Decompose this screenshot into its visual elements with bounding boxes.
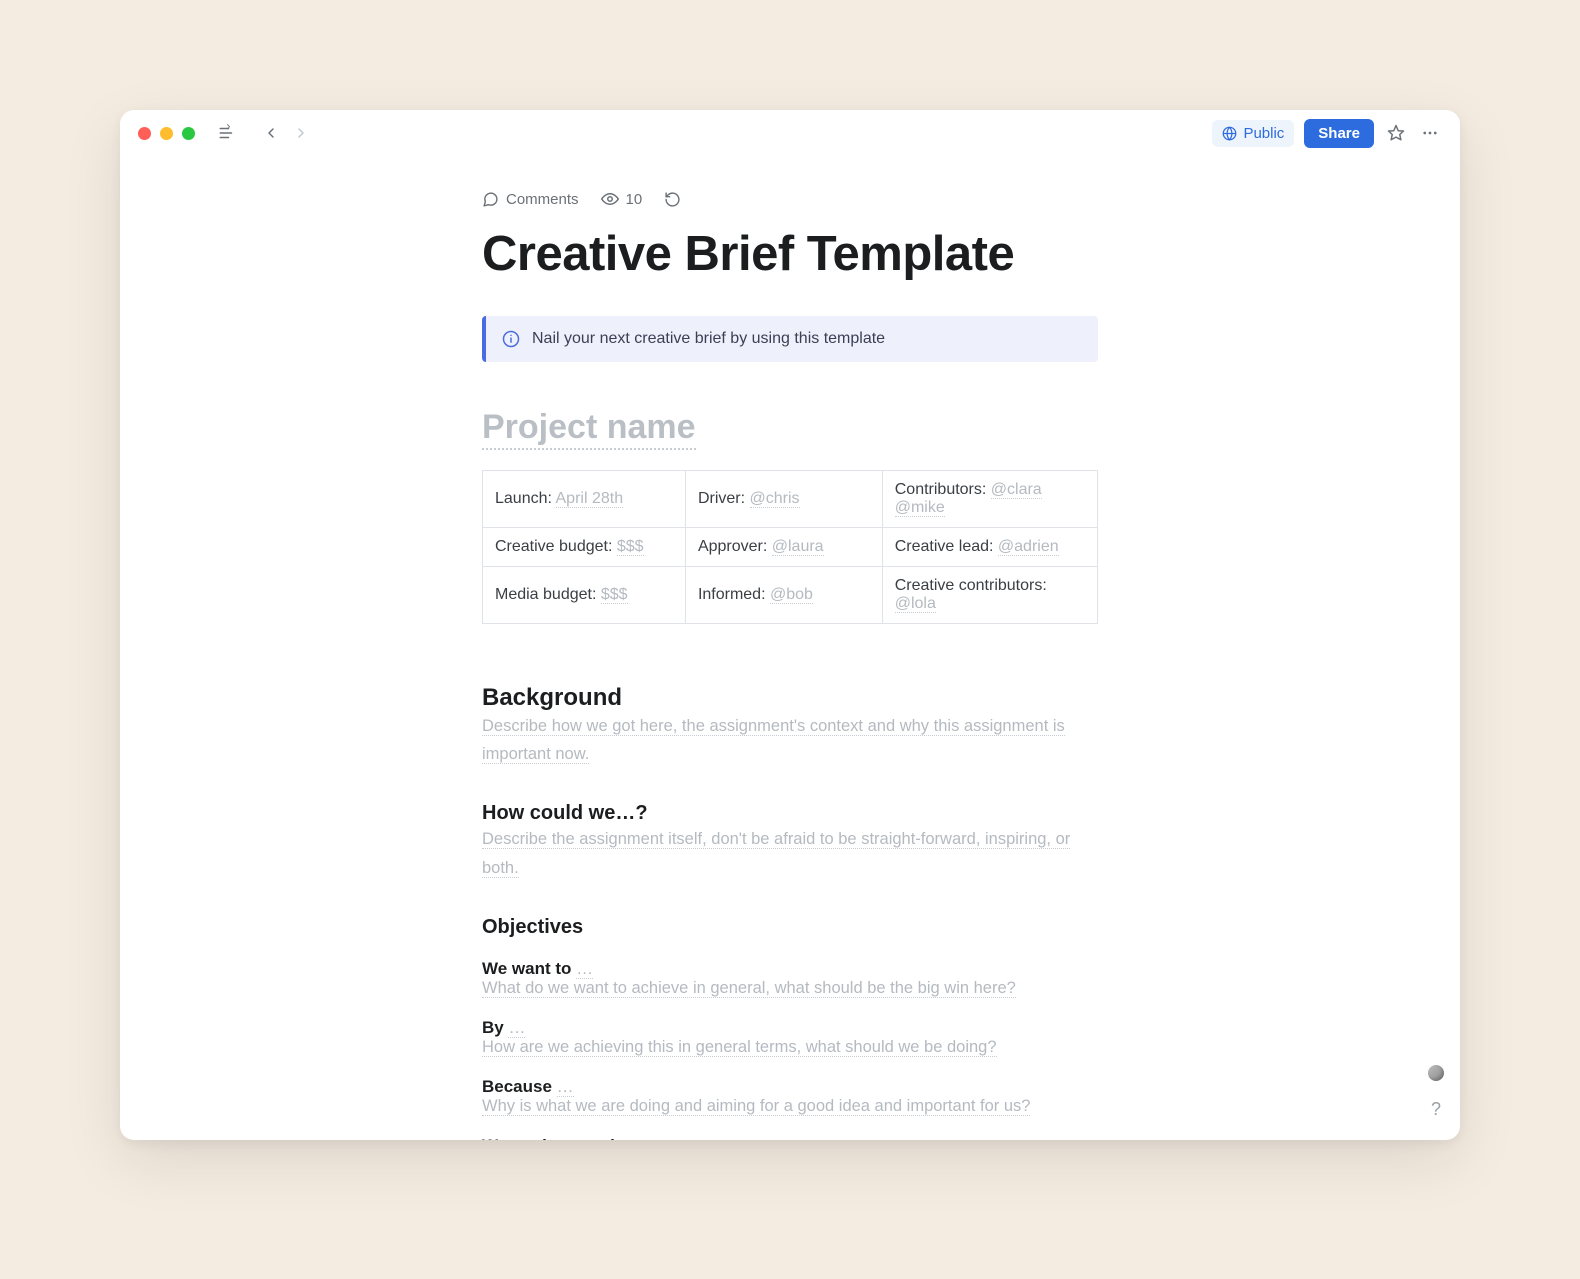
objective-prompt[interactable]: What do we want to achieve in general, w…: [482, 979, 1016, 998]
app-window: Public Share Comments 10: [120, 110, 1460, 1140]
toggle-sidebar-button[interactable]: [215, 121, 239, 145]
callout-text: Nail your next creative brief by using t…: [532, 330, 885, 348]
how-could-we-prompt[interactable]: Describe the assignment itself, don't be…: [482, 830, 1070, 877]
objective-prompt[interactable]: Why is what we are doing and aiming for …: [482, 1097, 1030, 1116]
views-indicator[interactable]: 10: [601, 190, 643, 208]
background-heading[interactable]: Background: [482, 684, 1098, 712]
more-icon: [1421, 124, 1439, 142]
eye-icon: [601, 190, 619, 208]
objectives-heading[interactable]: Objectives: [482, 916, 1098, 939]
objective-prompt[interactable]: How are we achieving this in general ter…: [482, 1038, 997, 1057]
window-controls: [138, 127, 195, 140]
creative-budget-cell[interactable]: Creative budget: $$$: [483, 528, 686, 567]
how-could-we-heading[interactable]: How could we…?: [482, 802, 1098, 825]
table-row: Creative budget: $$$ Approver: @laura Cr…: [483, 528, 1098, 567]
nav-back-button[interactable]: [259, 121, 283, 145]
globe-icon: [1222, 126, 1237, 141]
project-name-field[interactable]: Project name: [482, 406, 696, 451]
info-callout[interactable]: Nail your next creative brief by using t…: [482, 316, 1098, 362]
refresh-icon: [664, 191, 681, 208]
nav-arrows: [259, 121, 313, 145]
titlebar: Public Share: [120, 110, 1460, 156]
info-icon: [502, 330, 520, 348]
help-button[interactable]: ?: [1431, 1099, 1441, 1120]
visibility-chip[interactable]: Public: [1212, 120, 1294, 147]
close-window-button[interactable]: [138, 127, 151, 140]
objective-by[interactable]: By …: [482, 1018, 1098, 1038]
table-row: Launch: April 28th Driver: @chris Contri…: [483, 471, 1098, 528]
favorite-button[interactable]: [1384, 121, 1408, 145]
comments-button[interactable]: Comments: [482, 191, 579, 208]
creative-lead-cell[interactable]: Creative lead: @adrien: [882, 528, 1097, 567]
objective-we-want-to[interactable]: We want to …: [482, 959, 1098, 979]
table-row: Media budget: $$$ Informed: @bob Creativ…: [483, 567, 1098, 624]
floating-controls: ?: [1428, 1065, 1444, 1120]
page-title[interactable]: Creative Brief Template: [482, 228, 1098, 282]
driver-cell[interactable]: Driver: @chris: [685, 471, 882, 528]
share-button[interactable]: Share: [1304, 119, 1374, 148]
creative-contributors-cell[interactable]: Creative contributors: @lola: [882, 567, 1097, 624]
visibility-label: Public: [1243, 125, 1284, 142]
doc-meta-row: Comments 10: [482, 190, 1098, 208]
titlebar-left: [138, 121, 313, 145]
comment-icon: [482, 191, 499, 208]
comments-label: Comments: [506, 191, 579, 208]
star-icon: [1387, 124, 1405, 142]
objective-because[interactable]: Because …: [482, 1077, 1098, 1097]
minimize-window-button[interactable]: [160, 127, 173, 140]
titlebar-right: Public Share: [1212, 119, 1442, 148]
nav-forward-button[interactable]: [289, 121, 313, 145]
informed-cell[interactable]: Informed: @bob: [685, 567, 882, 624]
refresh-button[interactable]: [664, 191, 681, 208]
more-menu-button[interactable]: [1418, 121, 1442, 145]
launch-cell[interactable]: Launch: April 28th: [483, 471, 686, 528]
maximize-window-button[interactable]: [182, 127, 195, 140]
theme-toggle[interactable]: [1428, 1065, 1444, 1081]
approver-cell[interactable]: Approver: @laura: [685, 528, 882, 567]
views-count: 10: [626, 191, 643, 208]
objective-happy-when[interactable]: We are happy when …: [482, 1136, 1098, 1140]
media-budget-cell[interactable]: Media budget: $$$: [483, 567, 686, 624]
document-viewport: Comments 10 Creative Brief Template Nail…: [120, 156, 1460, 1140]
contributors-cell[interactable]: Contributors: @clara @mike: [882, 471, 1097, 528]
brief-meta-table: Launch: April 28th Driver: @chris Contri…: [482, 470, 1098, 624]
background-prompt[interactable]: Describe how we got here, the assignment…: [482, 717, 1065, 764]
document-body[interactable]: Comments 10 Creative Brief Template Nail…: [482, 156, 1098, 1140]
share-button-label: Share: [1318, 125, 1360, 142]
